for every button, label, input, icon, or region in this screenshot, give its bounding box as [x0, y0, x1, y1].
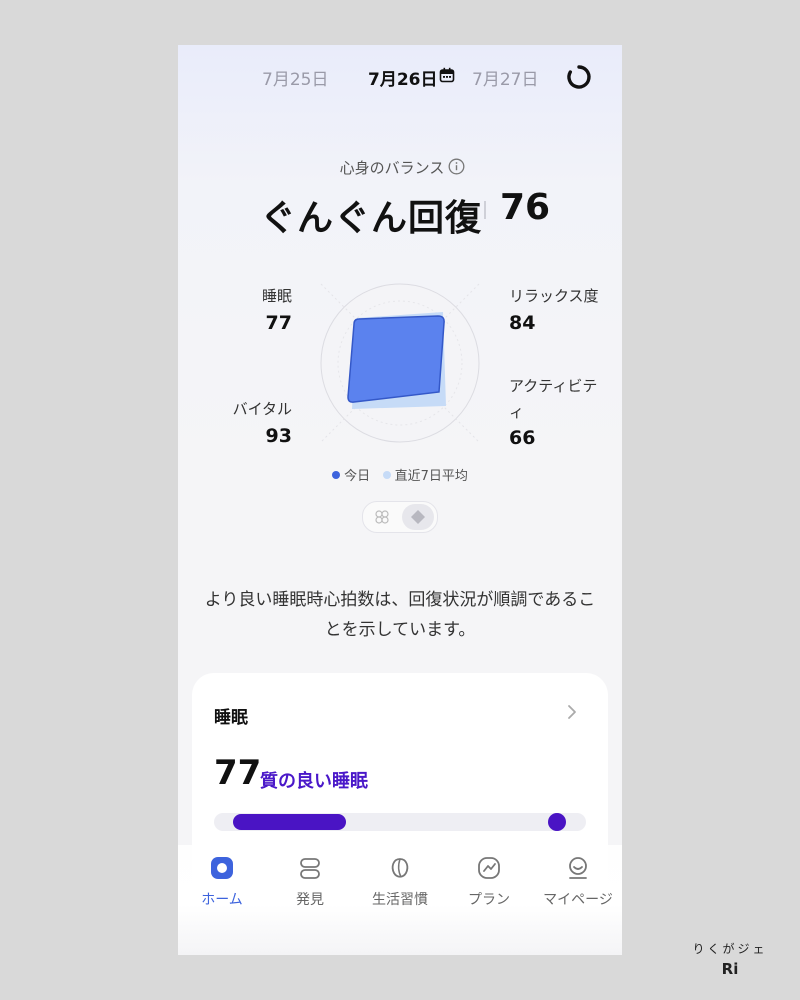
balance-summary: ぐんぐん回復 76	[178, 185, 622, 239]
metric-relax-value: 84	[509, 312, 536, 334]
prev-date[interactable]: 7月25日	[262, 65, 328, 90]
radar-today-area	[347, 315, 445, 403]
date-navigator: 7月25日 7月26日 7月27日	[178, 45, 622, 109]
balance-description: より良い睡眠時心拍数は、回復状況が順調であることを示しています。	[204, 590, 596, 640]
balance-state: ぐんぐん回復	[260, 198, 483, 239]
discover-icon	[300, 858, 320, 879]
tab-habits-label: 生活習慣	[372, 892, 428, 908]
metric-sleep-value: 77	[265, 312, 292, 334]
tab-habits[interactable]: 生活習慣	[356, 855, 444, 909]
watermark-signature: りくがジェ Ri	[680, 940, 780, 978]
tab-discover[interactable]: 発見	[266, 855, 354, 909]
sleep-stage-bar	[214, 813, 586, 831]
watermark-line1: りくがジェ	[692, 942, 768, 956]
tab-home-label: ホーム	[201, 892, 243, 908]
sync-icon[interactable]	[566, 64, 592, 90]
metric-vital-label: バイタル	[232, 400, 292, 418]
app-screen: 7月25日 7月26日 7月27日 心身のバランス ぐんぐん回復 76 睡眠 7…	[178, 45, 622, 955]
clover-icon	[375, 510, 389, 524]
balance-label: 心身のバランス	[339, 159, 445, 177]
sleep-quality: 質の良い睡眠	[260, 771, 368, 792]
metric-vital: バイタル 93	[226, 398, 292, 447]
metric-activity: アクティビティ 66	[509, 373, 609, 451]
chart-legend: 今日 直近7日平均	[178, 465, 622, 484]
current-date[interactable]: 7月26日	[368, 65, 438, 90]
watermark-line2: Ri	[721, 960, 739, 978]
sleep-stage-marker	[548, 813, 566, 831]
metric-sleep: 睡眠 77	[260, 285, 292, 334]
toggle-option-diamond[interactable]	[402, 504, 434, 530]
divider	[484, 201, 486, 219]
sleep-stage-segment	[233, 814, 346, 830]
diamond-icon	[411, 510, 425, 524]
chart-view-toggle[interactable]	[362, 501, 438, 533]
chevron-right-icon[interactable]	[564, 703, 580, 721]
sleep-card-title: 睡眠	[214, 708, 248, 728]
tab-profile-label: マイページ	[543, 892, 613, 908]
metric-relax-label: リラックス度	[509, 287, 599, 305]
legend-avg-dot	[382, 471, 391, 479]
metric-sleep-label: 睡眠	[261, 287, 292, 305]
calendar-icon[interactable]	[439, 67, 455, 83]
metric-vital-value: 93	[265, 425, 292, 447]
info-icon[interactable]	[448, 158, 465, 175]
toggle-option-clover[interactable]	[366, 504, 398, 530]
bottom-tab-bar: ホーム 発見 生活習慣 プラン マイページ	[178, 845, 622, 955]
legend-today-dot	[332, 471, 341, 479]
legend-avg: 直近7日平均	[394, 469, 468, 484]
tab-discover-label: 発見	[296, 892, 324, 908]
sleep-score: 77	[214, 753, 262, 793]
balance-score: 76	[500, 187, 551, 228]
next-date[interactable]: 7月27日	[472, 65, 538, 90]
profile-icon	[569, 857, 587, 879]
plan-icon	[478, 857, 500, 879]
metric-relax: リラックス度 84	[509, 285, 599, 334]
metric-activity-label: アクティビティ	[509, 377, 598, 421]
home-icon	[211, 857, 233, 879]
tab-home[interactable]: ホーム	[178, 855, 266, 909]
tab-plan-label: プラン	[468, 892, 510, 908]
balance-title: 心身のバランス	[178, 157, 622, 178]
legend-today: 今日	[344, 469, 371, 484]
tab-plan[interactable]: プラン	[445, 855, 533, 909]
habits-icon	[391, 858, 409, 878]
tab-profile[interactable]: マイページ	[534, 855, 622, 909]
balance-radar-chart	[320, 283, 480, 443]
metric-activity-value: 66	[509, 427, 536, 449]
